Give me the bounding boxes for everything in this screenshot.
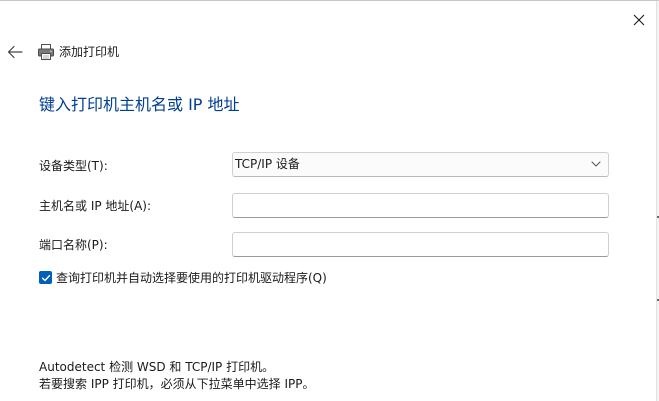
add-printer-dialog: 添加打印机 键入打印机主机名或 IP 地址 设备类型(T): TCP/IP 设备… xyxy=(0,0,659,401)
hostname-input[interactable] xyxy=(232,193,609,218)
port-name-label: 端口名称(P): xyxy=(39,238,108,252)
auto-driver-checkbox[interactable] xyxy=(39,271,52,284)
device-type-value: TCP/IP 设备 xyxy=(235,157,300,171)
info-text-line2: 若要搜索 IPP 打印机，必须从下拉菜单中选择 IPP。 xyxy=(39,377,315,391)
hostname-label: 主机名或 IP 地址(A): xyxy=(39,199,152,213)
page-heading: 键入打印机主机名或 IP 地址 xyxy=(39,95,240,114)
close-button[interactable] xyxy=(628,9,650,31)
device-type-label: 设备类型(T): xyxy=(39,159,108,173)
back-arrow-icon xyxy=(7,45,23,59)
info-text-line1: Autodetect 检测 WSD 和 TCP/IP 打印机。 xyxy=(39,360,275,374)
checkmark-icon xyxy=(41,274,50,281)
device-type-select[interactable]: TCP/IP 设备 xyxy=(232,152,609,177)
port-name-input[interactable] xyxy=(232,232,609,257)
window-title: 添加打印机 xyxy=(59,45,120,59)
printer-icon xyxy=(38,44,54,60)
auto-driver-label[interactable]: 查询打印机并自动选择要使用的打印机驱动程序(Q) xyxy=(56,269,327,287)
chevron-down-icon xyxy=(591,161,601,167)
back-button[interactable] xyxy=(4,41,26,63)
close-icon xyxy=(633,14,645,26)
